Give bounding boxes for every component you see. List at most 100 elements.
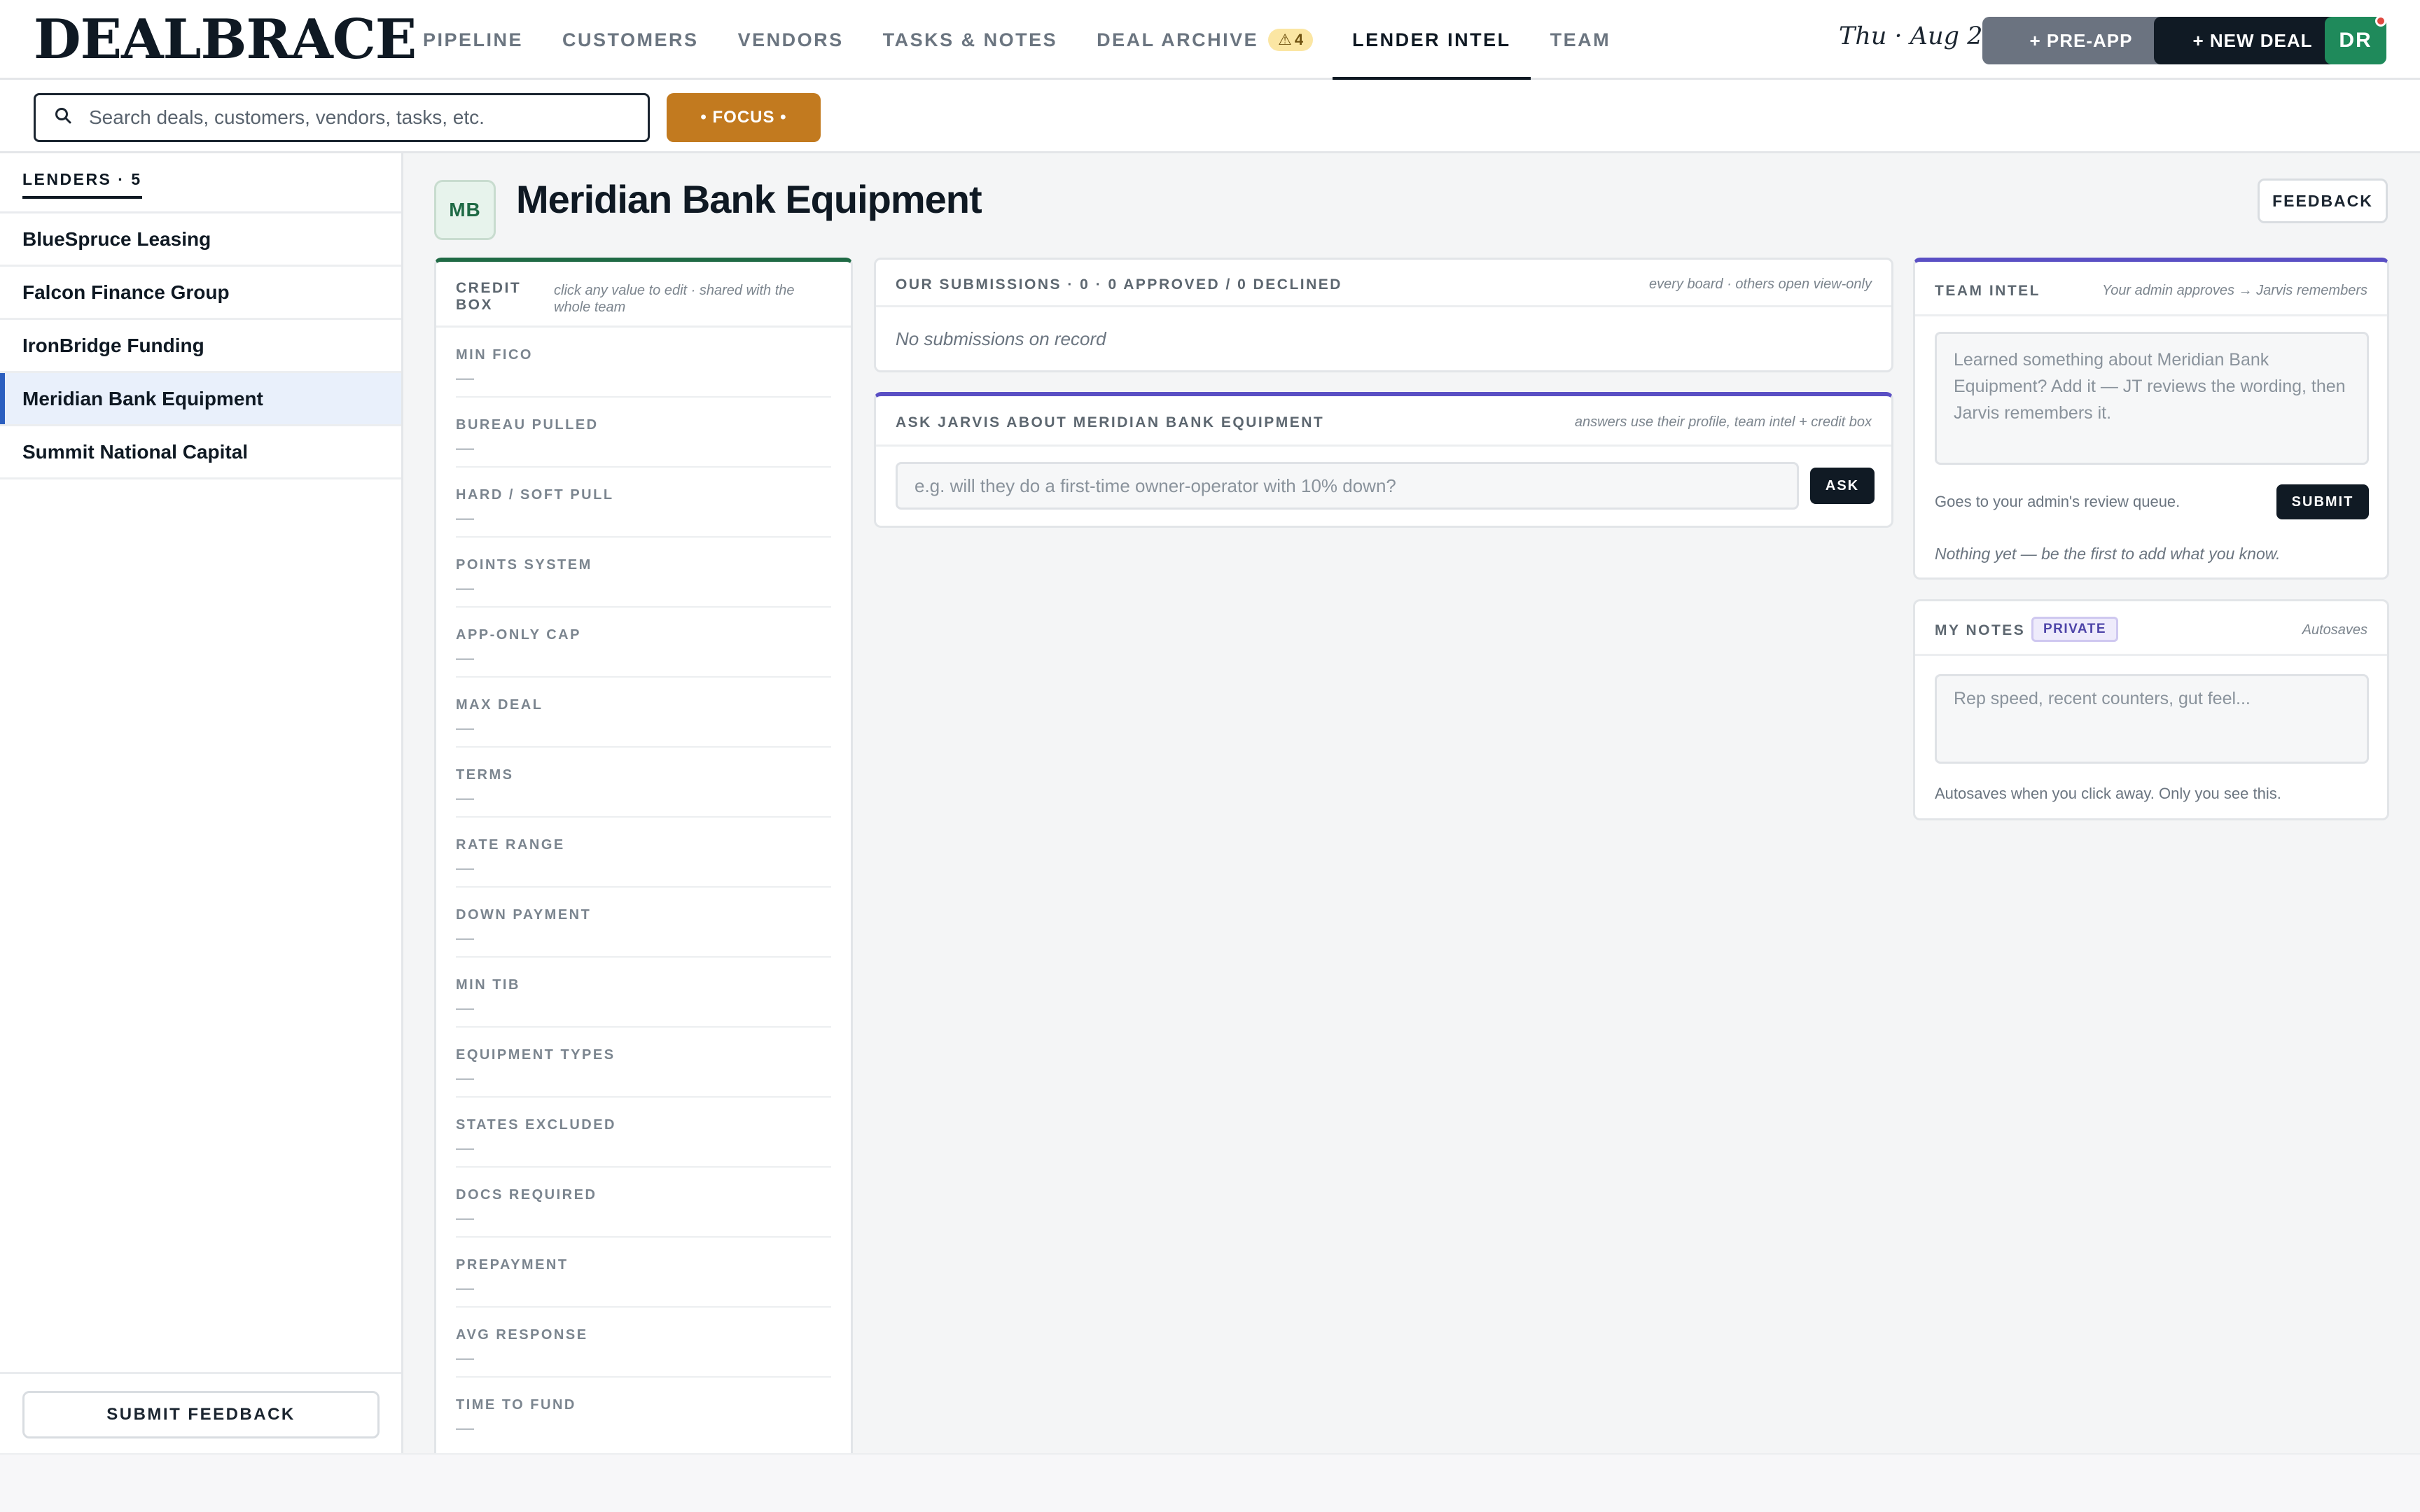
current-date: Thu · Aug 20 — [1839, 22, 1998, 50]
field-value[interactable]: — — [456, 717, 474, 738]
field-value[interactable]: — — [456, 787, 474, 808]
tab-team[interactable]: TEAM — [1531, 0, 1631, 80]
sidebar-item-meridian[interactable]: Meridian Bank Equipment — [0, 373, 401, 426]
field-label: TIME TO FUND — [456, 1397, 576, 1413]
tab-tasks-notes[interactable]: TASKS & NOTES — [863, 0, 1078, 80]
team-intel-textarea[interactable] — [1935, 332, 2369, 465]
search-row: • FOCUS • — [0, 80, 2420, 153]
field-states-excluded[interactable]: STATES EXCLUDED — — [456, 1098, 831, 1168]
field-value[interactable]: — — [456, 367, 474, 388]
tab-label: TEAM — [1550, 29, 1611, 50]
tab-pipeline[interactable]: PIPELINE — [403, 0, 543, 80]
field-value[interactable]: — — [456, 1207, 474, 1228]
search-input[interactable] — [89, 106, 635, 129]
submissions-card: OUR SUBMISSIONS · 0 · 0 APPROVED / 0 DEC… — [874, 258, 1893, 372]
field-value[interactable]: — — [456, 927, 474, 948]
field-docs-required[interactable]: DOCS REQUIRED — — [456, 1168, 831, 1238]
field-down-payment[interactable]: DOWN PAYMENT — — [456, 888, 831, 958]
submit-intel-button[interactable]: SUBMIT — [2276, 484, 2369, 519]
field-value[interactable]: — — [456, 1347, 474, 1368]
sidebar-item-bluespruce[interactable]: BlueSpruce Leasing — [0, 214, 401, 267]
field-label: APP-ONLY CAP — [456, 627, 581, 643]
lenders-count-title: LENDERS · 5 — [22, 170, 142, 199]
ask-jarvis-input[interactable] — [896, 462, 1799, 510]
search-icon — [54, 106, 76, 130]
tab-label: CUSTOMERS — [562, 29, 699, 50]
submit-feedback-button[interactable]: SUBMIT FEEDBACK — [22, 1391, 380, 1438]
field-value[interactable]: — — [456, 997, 474, 1018]
field-avg-response[interactable]: AVG RESPONSE — — [456, 1308, 831, 1378]
my-notes-footer: Autosaves when you click away. Only you … — [1935, 785, 2281, 802]
field-value[interactable]: — — [456, 507, 474, 528]
tab-label: LENDER INTEL — [1352, 29, 1511, 50]
field-label: PREPAYMENT — [456, 1257, 569, 1273]
tab-vendors[interactable]: VENDORS — [718, 0, 863, 80]
field-value[interactable]: — — [456, 1137, 474, 1158]
tab-lender-intel[interactable]: LENDER INTEL — [1333, 0, 1531, 82]
my-notes-textarea[interactable] — [1935, 674, 2369, 764]
notification-dot — [2375, 15, 2386, 27]
team-intel-empty-state: Nothing yet — be the first to add what y… — [1935, 545, 2281, 563]
tab-deal-archive[interactable]: DEAL ARCHIVE ⚠ 4 — [1077, 0, 1333, 80]
archive-warning-badge: ⚠ 4 — [1268, 29, 1314, 51]
feedback-button[interactable]: FEEDBACK — [2258, 178, 2388, 223]
page-title: Meridian Bank Equipment — [516, 177, 982, 221]
field-value[interactable]: — — [456, 1067, 474, 1088]
field-bureau-pulled[interactable]: BUREAU PULLED — — [456, 398, 831, 468]
tab-label: DEAL ARCHIVE — [1097, 29, 1259, 50]
field-rate-range[interactable]: RATE RANGE — — [456, 818, 831, 888]
team-intel-title: TEAM INTEL — [1935, 283, 2040, 299]
credit-box-hint: click any value to edit · shared with th… — [554, 283, 795, 315]
tab-label: VENDORS — [737, 29, 844, 50]
field-label: EQUIPMENT TYPES — [456, 1047, 616, 1063]
field-hard-soft-pull[interactable]: HARD / SOFT PULL — — [456, 468, 831, 538]
field-label: STATES EXCLUDED — [456, 1117, 616, 1133]
field-min-fico[interactable]: MIN FICO — — [456, 328, 831, 398]
field-max-deal[interactable]: MAX DEAL — — [456, 678, 831, 748]
ask-button[interactable]: ASK — [1810, 468, 1875, 504]
team-intel-hint: Your admin approves → Jarvis remembers — [2101, 283, 2367, 298]
focus-button[interactable]: • FOCUS • — [667, 93, 821, 142]
ask-jarvis-card: ASK JARVIS ABOUT MERIDIAN BANK EQUIPMENT… — [874, 392, 1893, 528]
field-label: BUREAU PULLED — [456, 417, 599, 433]
pre-app-button[interactable]: + PRE-APP — [1982, 17, 2180, 64]
tab-label: PIPELINE — [423, 29, 524, 50]
field-time-to-fund[interactable]: TIME TO FUND — — [456, 1378, 831, 1448]
field-value[interactable]: — — [456, 1277, 474, 1298]
field-terms[interactable]: TERMS — — [456, 748, 831, 818]
field-equipment-types[interactable]: EQUIPMENT TYPES — — [456, 1028, 831, 1098]
field-value[interactable]: — — [456, 437, 474, 458]
field-prepayment[interactable]: PREPAYMENT — — [456, 1238, 831, 1308]
field-label: DOWN PAYMENT — [456, 907, 592, 923]
field-label: RATE RANGE — [456, 837, 565, 853]
top-nav: DEALBRACE PIPELINE CUSTOMERS VENDORS TAS… — [0, 0, 2420, 82]
field-app-only-cap[interactable]: APP-ONLY CAP — — [456, 608, 831, 678]
sidebar-header: LENDERS · 5 — [0, 153, 401, 214]
private-badge: PRIVATE — [2031, 617, 2119, 642]
sidebar-item-falcon[interactable]: Falcon Finance Group — [0, 267, 401, 320]
field-points-system[interactable]: POINTS SYSTEM — — [456, 538, 831, 608]
ask-jarvis-header: ASK JARVIS ABOUT MERIDIAN BANK EQUIPMENT… — [876, 396, 1891, 447]
my-notes-card: MY NOTES PRIVATE Autosaves Autosaves whe… — [1913, 599, 2389, 820]
new-deal-button[interactable]: + NEW DEAL — [2154, 17, 2351, 64]
field-value[interactable]: — — [456, 647, 474, 668]
brand-logo[interactable]: DEALBRACE — [34, 10, 417, 70]
tab-customers[interactable]: CUSTOMERS — [543, 0, 718, 80]
field-value[interactable]: — — [456, 857, 474, 878]
sidebar-item-summit[interactable]: Summit National Capital — [0, 426, 401, 479]
submissions-hint: every board · others open view-only — [1649, 276, 1872, 292]
field-label: MAX DEAL — [456, 697, 543, 713]
field-value[interactable]: — — [456, 577, 474, 598]
sidebar-item-ironbridge[interactable]: IronBridge Funding — [0, 320, 401, 373]
ask-jarvis-hint: answers use their profile, team intel + … — [1574, 414, 1872, 430]
field-min-tib[interactable]: MIN TIB — — [456, 958, 831, 1028]
field-value[interactable]: — — [456, 1417, 474, 1438]
lender-initials-logo: MB — [434, 180, 496, 240]
field-label: AVG RESPONSE — [456, 1327, 588, 1343]
review-queue-note: Goes to your admin's review queue. — [1935, 493, 2181, 510]
archive-warning-count: 4 — [1294, 31, 1304, 48]
tab-label: TASKS & NOTES — [882, 29, 1058, 50]
field-label: TERMS — [456, 767, 514, 783]
submissions-header: OUR SUBMISSIONS · 0 · 0 APPROVED / 0 DEC… — [876, 260, 1891, 307]
search-box[interactable] — [34, 93, 650, 142]
